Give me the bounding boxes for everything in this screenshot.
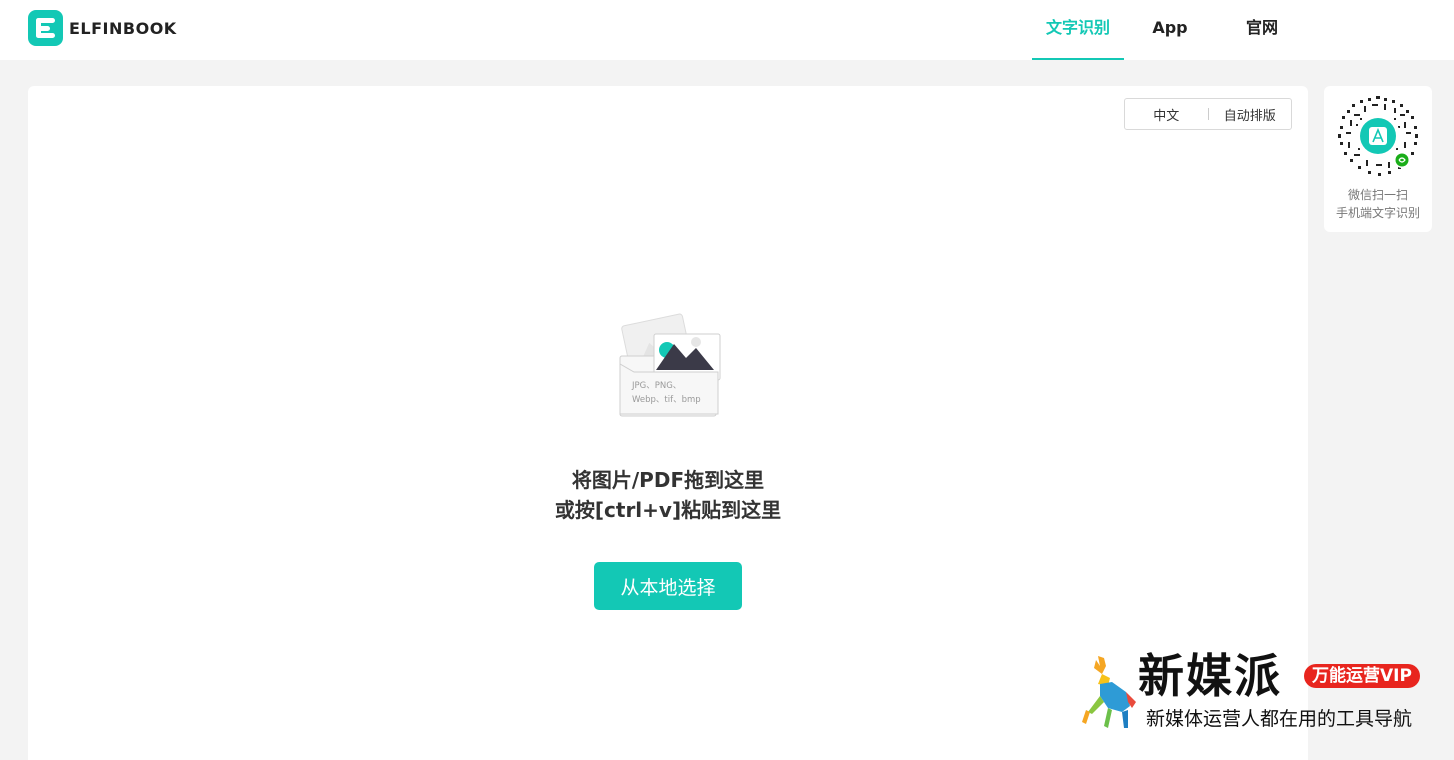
watermark-slogan: 新媒体运营人都在用的工具导航 [1146,708,1413,730]
elfinbook-logo[interactable]: ELFINBOOK [28,10,177,46]
qr-code-panel: 微信扫一扫 手机端文字识别 [1324,86,1432,232]
nav-item-official-site[interactable]: 官网 [1216,0,1308,60]
qr-caption-mobile-ocr: 手机端文字识别 [1335,206,1420,220]
drop-hint-line-2: 或按[ctrl+v]粘贴到这里 [554,498,782,522]
watermark-vip-badge: 万能运营VIP [1304,664,1420,688]
watermark-brand: 新媒派 [1138,649,1282,703]
drop-hint-line-1: 将图片/PDF拖到这里 [571,468,765,492]
qr-caption-scan: 微信扫一扫 [1347,188,1408,202]
logo-text: ELFINBOOK [69,18,177,38]
nav-item-ocr[interactable]: 文字识别 [1032,0,1124,60]
qr-code-icon [1338,96,1418,176]
formats-line-2: Webp、tif、bmp [632,395,701,405]
ocr-options: 中文 自动排版 [1124,98,1292,130]
image-upload-icon: JPG、PNG、 Webp、tif、bmp [619,313,721,417]
nav-item-app[interactable]: App [1124,0,1216,60]
watermark: 新媒派 万能运营VIP 新媒体运营人都在用的工具导航 [1078,650,1438,734]
top-header: ELFINBOOK 文字识别 App 官网 [0,0,1454,60]
logo-icon [28,10,63,46]
language-select[interactable]: 中文 [1125,105,1208,124]
deer-logo-icon [1082,656,1136,728]
formats-line-1: JPG、PNG、 [631,381,681,391]
select-local-file-button[interactable]: 从本地选择 [594,562,742,610]
layout-select[interactable]: 自动排版 [1209,105,1292,124]
